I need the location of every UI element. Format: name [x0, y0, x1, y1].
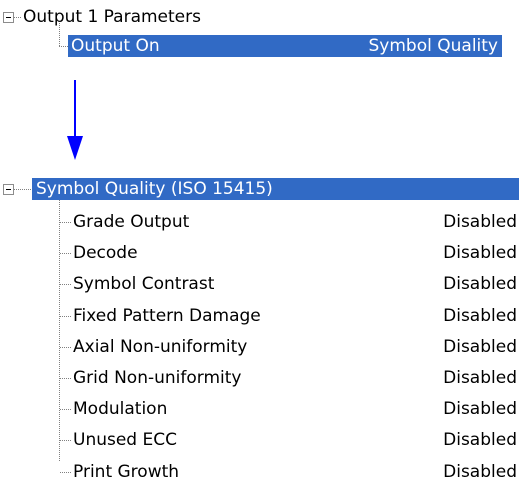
tree-connector — [14, 189, 32, 190]
tree-item-label[interactable]: Decode — [73, 243, 138, 263]
collapse-toggle-symbol-quality[interactable] — [3, 184, 14, 195]
tree-connector — [60, 472, 72, 473]
tree-connector — [60, 378, 72, 379]
tree-connector — [60, 409, 72, 410]
tree-connector — [60, 253, 72, 254]
tree-item-label[interactable]: Grade Output — [73, 212, 189, 232]
down-arrow-icon — [67, 80, 83, 160]
tree-item-value[interactable]: Disabled — [443, 274, 517, 294]
tree-connector — [59, 200, 60, 461]
tree-connector — [59, 46, 68, 47]
tree-item-value[interactable]: Disabled — [443, 399, 517, 419]
output-on-label: Output On — [71, 36, 160, 56]
tree-item-label[interactable]: Fixed Pattern Damage — [73, 306, 261, 326]
tree-connector — [60, 347, 72, 348]
tree-connector — [60, 316, 72, 317]
output-on-value: Symbol Quality — [368, 36, 498, 56]
tree-item-label[interactable]: Unused ECC — [73, 430, 177, 450]
tree-item-label[interactable]: Modulation — [73, 399, 167, 419]
tree-connector — [60, 440, 72, 441]
tree-connector — [60, 284, 72, 285]
tree-item-value[interactable]: Disabled — [443, 368, 517, 388]
tree-connector — [59, 23, 60, 46]
collapse-toggle-output-1[interactable] — [3, 12, 14, 23]
output-1-parameters-label[interactable]: Output 1 Parameters — [23, 7, 201, 27]
tree-item-value[interactable]: Disabled — [443, 462, 517, 482]
tree-item-label[interactable]: Print Growth — [73, 462, 179, 482]
output-on-row[interactable]: Output On Symbol Quality — [68, 35, 502, 57]
tree-item-label[interactable]: Symbol Contrast — [73, 274, 214, 294]
tree-item-value[interactable]: Disabled — [443, 337, 517, 357]
tree-connector — [14, 17, 21, 18]
symbol-quality-label: Symbol Quality (ISO 15415) — [36, 179, 273, 199]
tree-connector — [60, 222, 72, 223]
tree-item-label[interactable]: Grid Non-uniformity — [73, 368, 241, 388]
tree-item-label[interactable]: Axial Non-uniformity — [73, 337, 247, 357]
tree-item-value[interactable]: Disabled — [443, 243, 517, 263]
tree-item-value[interactable]: Disabled — [443, 212, 517, 232]
symbol-quality-row[interactable]: Symbol Quality (ISO 15415) — [32, 178, 519, 200]
tree-item-value[interactable]: Disabled — [443, 306, 517, 326]
tree-item-value[interactable]: Disabled — [443, 430, 517, 450]
